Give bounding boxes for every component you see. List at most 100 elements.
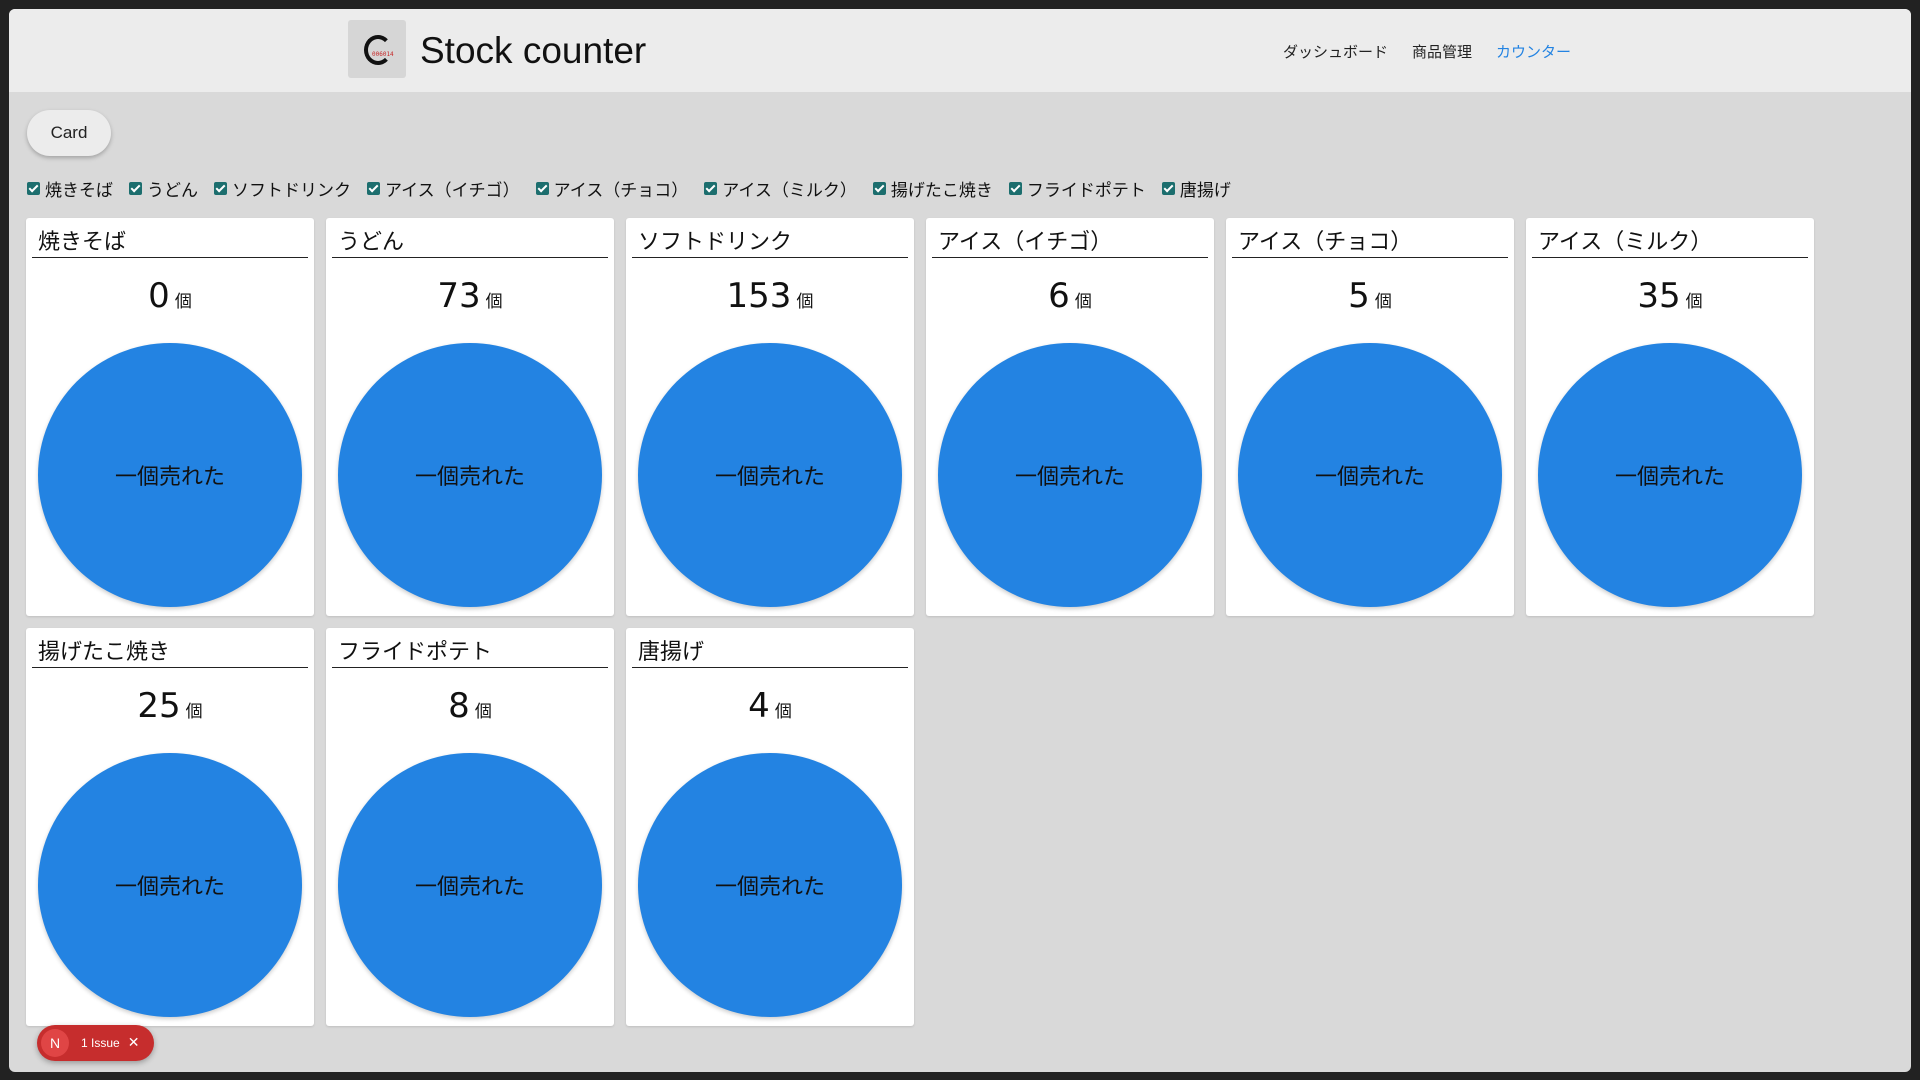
checkbox-checked-icon[interactable]	[129, 181, 142, 195]
checkbox-checked-icon[interactable]	[27, 181, 40, 195]
sold-one-button[interactable]: 一個売れた	[1538, 343, 1802, 607]
count-unit: 個	[1685, 292, 1703, 312]
product-filters: 焼きそば うどん ソフトドリンク アイス（イチゴ） アイス（チョコ） アイス（ミ…	[27, 176, 1247, 201]
product-name: アイス（ミルク）	[1538, 230, 1713, 255]
checkbox-checked-icon[interactable]	[1161, 181, 1175, 195]
title-divider	[32, 667, 308, 668]
sold-one-button[interactable]: 一個売れた	[638, 753, 902, 1017]
stock-count: 5個	[1226, 276, 1514, 316]
filter-label: アイス（ミルク）	[722, 180, 857, 201]
count-unit: 個	[774, 702, 792, 722]
count-unit: 個	[796, 292, 814, 312]
count-unit: 個	[474, 702, 492, 722]
product-card: 唐揚げ 4個 一個売れた	[626, 628, 914, 1026]
issue-badge[interactable]: N 1 Issue ✕	[37, 1025, 154, 1061]
filter-soft-drink[interactable]: ソフトドリンク	[214, 176, 351, 201]
count-unit: 個	[174, 292, 192, 312]
product-name: ソフトドリンク	[638, 230, 793, 255]
count-value: 5	[1348, 276, 1370, 316]
filter-label: 唐揚げ	[1179, 180, 1231, 201]
product-name: うどん	[338, 230, 405, 255]
sold-one-button[interactable]: 一個売れた	[38, 343, 302, 607]
count-unit: 個	[485, 292, 503, 312]
product-card-grid: 焼きそば 0個 一個売れた うどん 73 個 一個売れた ソフトドリンク 153 個…	[26, 218, 1826, 1026]
logo-c-icon	[364, 35, 392, 65]
stock-count: 4個	[626, 686, 914, 726]
app-title: Stock counter	[420, 30, 647, 71]
title-divider	[1232, 257, 1508, 258]
stock-count: 73 個	[326, 276, 614, 316]
stock-count: 0個	[26, 276, 314, 316]
sold-one-button[interactable]: 一個売れた	[638, 343, 902, 607]
stock-count: 25 個	[26, 686, 314, 726]
title-divider	[332, 667, 608, 668]
title-divider	[932, 257, 1208, 258]
filter-french-fries[interactable]: フライドポテト	[1008, 176, 1146, 201]
logo-text: 006014	[372, 51, 394, 58]
checkbox-checked-icon[interactable]	[704, 181, 718, 195]
count-unit: 個	[1074, 292, 1092, 312]
app-logo[interactable]: 006014	[348, 20, 406, 78]
filter-ice-chocolate[interactable]: アイス（チョコ）	[535, 176, 689, 201]
product-card: アイス（チョコ） 5個 一個売れた	[1226, 218, 1514, 616]
filter-label: アイス（チョコ）	[553, 180, 689, 201]
nav-counter[interactable]: カウンター	[1496, 41, 1571, 62]
nav-products[interactable]: 商品管理	[1412, 41, 1472, 62]
issue-count: 1 Issue	[81, 1036, 120, 1050]
app-window: 006014 Stock counter ダッシュボード 商品管理 カウンター …	[9, 9, 1911, 1072]
count-value: 4	[748, 686, 770, 726]
product-card: 揚げたこ焼き 25 個 一個売れた	[26, 628, 314, 1026]
stock-count: 35 個	[1526, 276, 1814, 316]
count-value: 35	[1637, 276, 1681, 316]
count-value: 6	[1048, 276, 1070, 316]
checkbox-checked-icon[interactable]	[535, 181, 549, 195]
filter-udon[interactable]: うどん	[129, 176, 198, 201]
filter-label: フライドポテト	[1026, 180, 1146, 201]
title-divider	[332, 257, 608, 258]
sold-one-button[interactable]: 一個売れた	[938, 343, 1202, 607]
product-card: アイス（ミルク） 35 個 一個売れた	[1526, 218, 1814, 616]
filter-label: ソフトドリンク	[232, 180, 351, 201]
stock-count: 6個	[926, 276, 1214, 316]
product-card: ソフトドリンク 153 個 一個売れた	[626, 218, 914, 616]
filter-karaage[interactable]: 唐揚げ	[1161, 176, 1231, 201]
filter-ice-milk[interactable]: アイス（ミルク）	[704, 176, 857, 201]
stock-count: 8個	[326, 686, 614, 726]
product-name: アイス（イチゴ）	[938, 230, 1113, 255]
checkbox-checked-icon[interactable]	[872, 181, 886, 195]
count-value: 25	[137, 686, 181, 726]
sold-one-button[interactable]: 一個売れた	[338, 343, 602, 607]
view-toggle-button[interactable]: Card	[27, 110, 111, 156]
product-name: フライドポテト	[338, 640, 493, 665]
count-value: 153	[726, 276, 792, 316]
title-divider	[632, 257, 908, 258]
sold-one-button[interactable]: 一個売れた	[338, 753, 602, 1017]
product-card: 焼きそば 0個 一個売れた	[26, 218, 314, 616]
filter-fried-takoyaki[interactable]: 揚げたこ焼き	[872, 176, 993, 201]
title-divider	[1532, 257, 1808, 258]
product-name: 唐揚げ	[638, 640, 705, 665]
main-nav: ダッシュボード 商品管理 カウンター	[1283, 41, 1571, 62]
product-name: アイス（チョコ）	[1238, 230, 1413, 255]
filter-label: アイス（イチゴ）	[385, 180, 520, 201]
title-divider	[632, 667, 908, 668]
checkbox-checked-icon[interactable]	[214, 181, 227, 195]
filter-ice-strawberry[interactable]: アイス（イチゴ）	[367, 176, 520, 201]
filter-label: 揚げたこ焼き	[890, 180, 993, 201]
count-value: 73	[437, 276, 481, 316]
count-value: 0	[148, 276, 170, 316]
filter-yakisoba[interactable]: 焼きそば	[27, 176, 113, 201]
close-icon[interactable]: ✕	[128, 1035, 140, 1051]
app-header: 006014 Stock counter ダッシュボード 商品管理 カウンター	[9, 9, 1911, 92]
nav-dashboard[interactable]: ダッシュボード	[1283, 41, 1388, 62]
product-name: 焼きそば	[38, 230, 127, 255]
checkbox-checked-icon[interactable]	[367, 181, 380, 195]
count-value: 8	[448, 686, 470, 726]
sold-one-button[interactable]: 一個売れた	[1238, 343, 1502, 607]
title-divider	[32, 257, 308, 258]
filter-label: 焼きそば	[45, 180, 113, 201]
stock-count: 153 個	[626, 276, 914, 316]
checkbox-checked-icon[interactable]	[1008, 181, 1022, 195]
count-unit: 個	[1374, 292, 1392, 312]
sold-one-button[interactable]: 一個売れた	[38, 753, 302, 1017]
